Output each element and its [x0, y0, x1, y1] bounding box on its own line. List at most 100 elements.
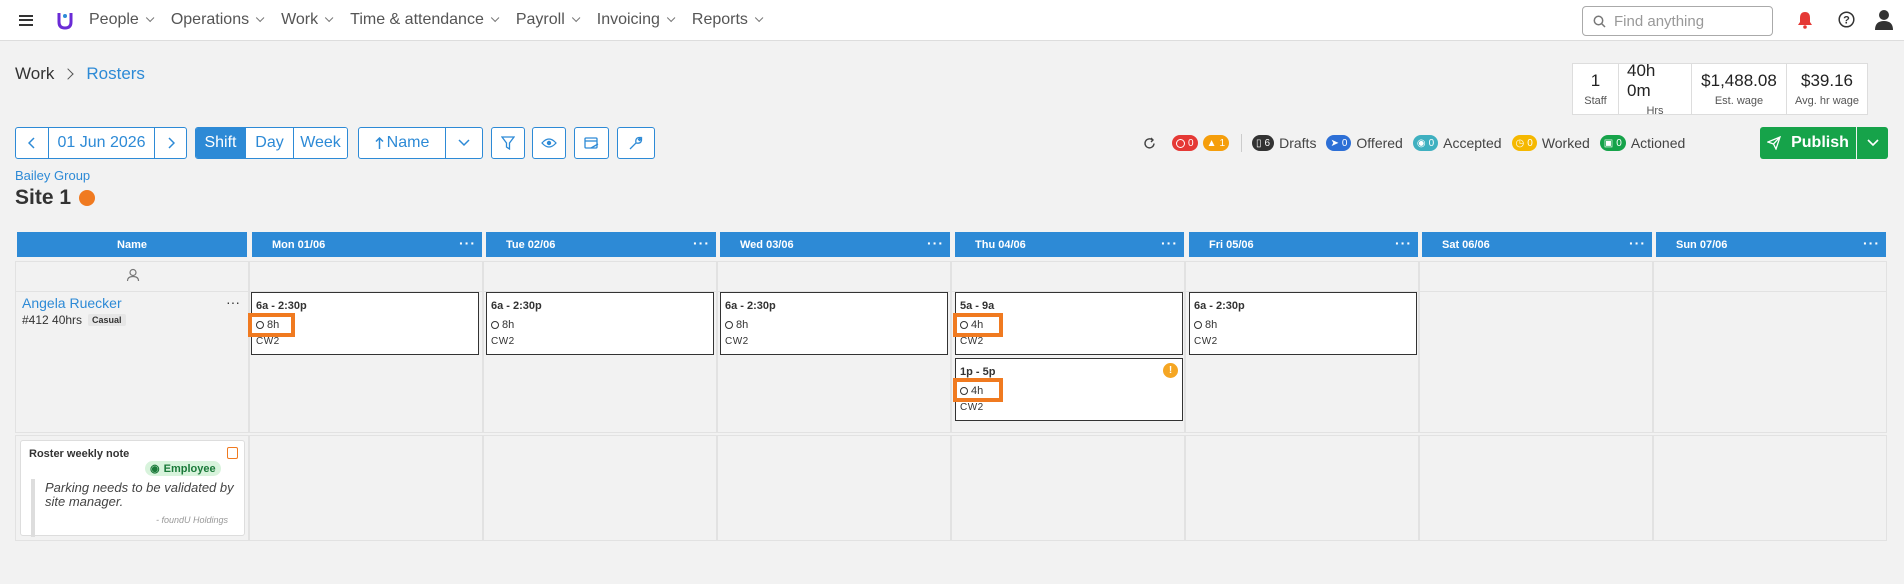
warnings-badge[interactable]: ▲ 1 [1202, 135, 1230, 151]
more-options-icon[interactable]: ··· [459, 235, 476, 251]
edit-note-icon[interactable] [227, 447, 238, 459]
menu-people[interactable]: People [89, 11, 155, 29]
breadcrumb-work[interactable]: Work [15, 64, 54, 84]
publish-options-button[interactable] [1857, 127, 1888, 159]
shift-card-fri[interactable]: 6a - 2:30p 8h CW2 [1189, 292, 1417, 355]
site-note-icon[interactable] [79, 190, 96, 206]
day-header-thu[interactable]: Thu 04/06 ··· [955, 232, 1184, 257]
note-cell-wed[interactable] [717, 435, 951, 541]
chevron-left-icon [28, 137, 35, 149]
visibility-button[interactable] [532, 127, 566, 159]
worked-badge[interactable]: ◷ 0 [1511, 135, 1537, 151]
sort-by-name-button[interactable]: Name [358, 127, 446, 159]
header-label: Sat 06/06 [1442, 238, 1490, 251]
shift-hours-value: 8h [736, 319, 749, 331]
shift-card-wed[interactable]: 6a - 2:30p 8h CW2 [720, 292, 948, 355]
menu-invoicing[interactable]: Invoicing [596, 11, 676, 29]
day-header-fri[interactable]: Fri 05/06 ··· [1189, 232, 1418, 257]
highlight-box [248, 313, 295, 337]
eye-icon: ◉ [150, 463, 160, 475]
day-header-mon[interactable]: Mon 01/06 ··· [252, 232, 482, 257]
stat-label: Est. wage [1714, 95, 1764, 107]
accepted-badge[interactable]: ◉ 0 [1412, 135, 1439, 151]
chevron-down-icon [571, 13, 581, 23]
note-text: Parking needs to be validated by site ma… [45, 480, 234, 509]
note-cell-sun[interactable] [1653, 435, 1887, 541]
search-icon [1593, 15, 1606, 28]
divider [1241, 134, 1243, 152]
sort-dropdown-button[interactable] [445, 127, 483, 159]
publish-button[interactable]: Publish [1760, 127, 1856, 159]
offered-badge[interactable]: ➤ 0 [1326, 135, 1352, 151]
day-header-tue[interactable]: Tue 02/06 ··· [486, 232, 716, 257]
actioned-count: 0 [1616, 137, 1622, 149]
view-week-button[interactable]: Week [294, 128, 347, 158]
more-options-icon[interactable]: ··· [693, 235, 710, 251]
hamburger-menu-icon[interactable] [19, 14, 33, 26]
actioned-badge[interactable]: ▣ 0 [1599, 135, 1626, 151]
error-icon [1176, 138, 1185, 148]
prev-week-button[interactable] [15, 127, 49, 159]
chevron-down-icon [255, 13, 265, 23]
name-column-header[interactable]: Name [17, 232, 247, 257]
shift-code: CW2 [256, 336, 280, 347]
warning-icon[interactable]: ! [1163, 363, 1178, 378]
help-icon[interactable]: ? [1838, 11, 1855, 31]
refresh-icon[interactable] [1143, 137, 1156, 150]
errors-badge[interactable]: 0 [1172, 135, 1198, 151]
header-label: Sun 07/06 [1676, 238, 1728, 251]
shift-card-tue[interactable]: 6a - 2:30p 8h CW2 [486, 292, 714, 355]
more-options-icon[interactable]: ··· [1395, 235, 1412, 251]
view-shift-button[interactable]: Shift [196, 128, 246, 158]
organisation-link[interactable]: Bailey Group [15, 168, 90, 183]
chevron-down-icon [145, 13, 155, 23]
day-header-sat[interactable]: Sat 06/06 ··· [1422, 232, 1652, 257]
note-cell-tue[interactable] [483, 435, 717, 541]
eye-icon [541, 138, 557, 148]
employee-more-icon[interactable]: ··· [226, 294, 240, 310]
user-avatar-icon[interactable] [1874, 9, 1894, 34]
menu-label: Reports [691, 11, 748, 28]
more-options-icon[interactable]: ··· [1863, 235, 1880, 251]
next-week-button[interactable] [154, 127, 187, 159]
actioned-label: Actioned [1630, 135, 1686, 151]
global-search[interactable] [1582, 6, 1773, 36]
app-logo[interactable] [57, 10, 73, 30]
menu-label: Time & attendance [350, 11, 484, 28]
more-options-icon[interactable]: ··· [1629, 235, 1646, 251]
note-cell-fri[interactable] [1185, 435, 1419, 541]
day-header-wed[interactable]: Wed 03/06 ··· [720, 232, 950, 257]
note-cell-mon[interactable] [249, 435, 483, 541]
employee-cell-sun[interactable] [1653, 291, 1887, 433]
menu-work[interactable]: Work [281, 11, 334, 29]
roster-weekly-note[interactable]: Roster weekly note ◉ Employee Parking nee… [20, 440, 245, 537]
employee-name[interactable]: Angela Ruecker [22, 295, 122, 311]
more-options-icon[interactable]: ··· [1161, 235, 1178, 251]
menu-time-attendance[interactable]: Time & attendance [350, 11, 500, 29]
note-cell-thu[interactable] [951, 435, 1185, 541]
shift-time: 1p - 5p [960, 366, 996, 378]
stat-est-wage: $1,488.08 Est. wage [1692, 64, 1787, 114]
filter-button[interactable] [491, 127, 525, 159]
worked-label: Worked [1541, 135, 1590, 151]
shift-time: 6a - 2:30p [725, 300, 776, 312]
search-input[interactable] [1614, 12, 1764, 30]
view-day-button[interactable]: Day [246, 128, 294, 158]
settings-button[interactable] [617, 127, 655, 159]
bulk-actions-button[interactable] [574, 127, 609, 159]
breadcrumb-rosters[interactable]: Rosters [86, 64, 145, 84]
note-cell-sat[interactable] [1419, 435, 1653, 541]
more-options-icon[interactable]: ··· [927, 235, 944, 251]
drafts-badge[interactable]: ▯ 6 [1252, 135, 1275, 151]
employee-cell-sat[interactable] [1419, 291, 1653, 433]
stat-value: $1,488.08 [1701, 71, 1777, 90]
menu-payroll[interactable]: Payroll [516, 11, 581, 29]
date-picker[interactable]: 01 Jun 2026 [48, 127, 155, 159]
bell-icon[interactable] [1797, 11, 1813, 32]
day-header-sun[interactable]: Sun 07/06 ··· [1656, 232, 1886, 257]
document-icon: ▯ [1256, 137, 1262, 149]
menu-operations[interactable]: Operations [171, 11, 265, 29]
menu-label: People [89, 11, 139, 28]
menu-label: Invoicing [596, 11, 660, 28]
menu-reports[interactable]: Reports [691, 11, 764, 29]
